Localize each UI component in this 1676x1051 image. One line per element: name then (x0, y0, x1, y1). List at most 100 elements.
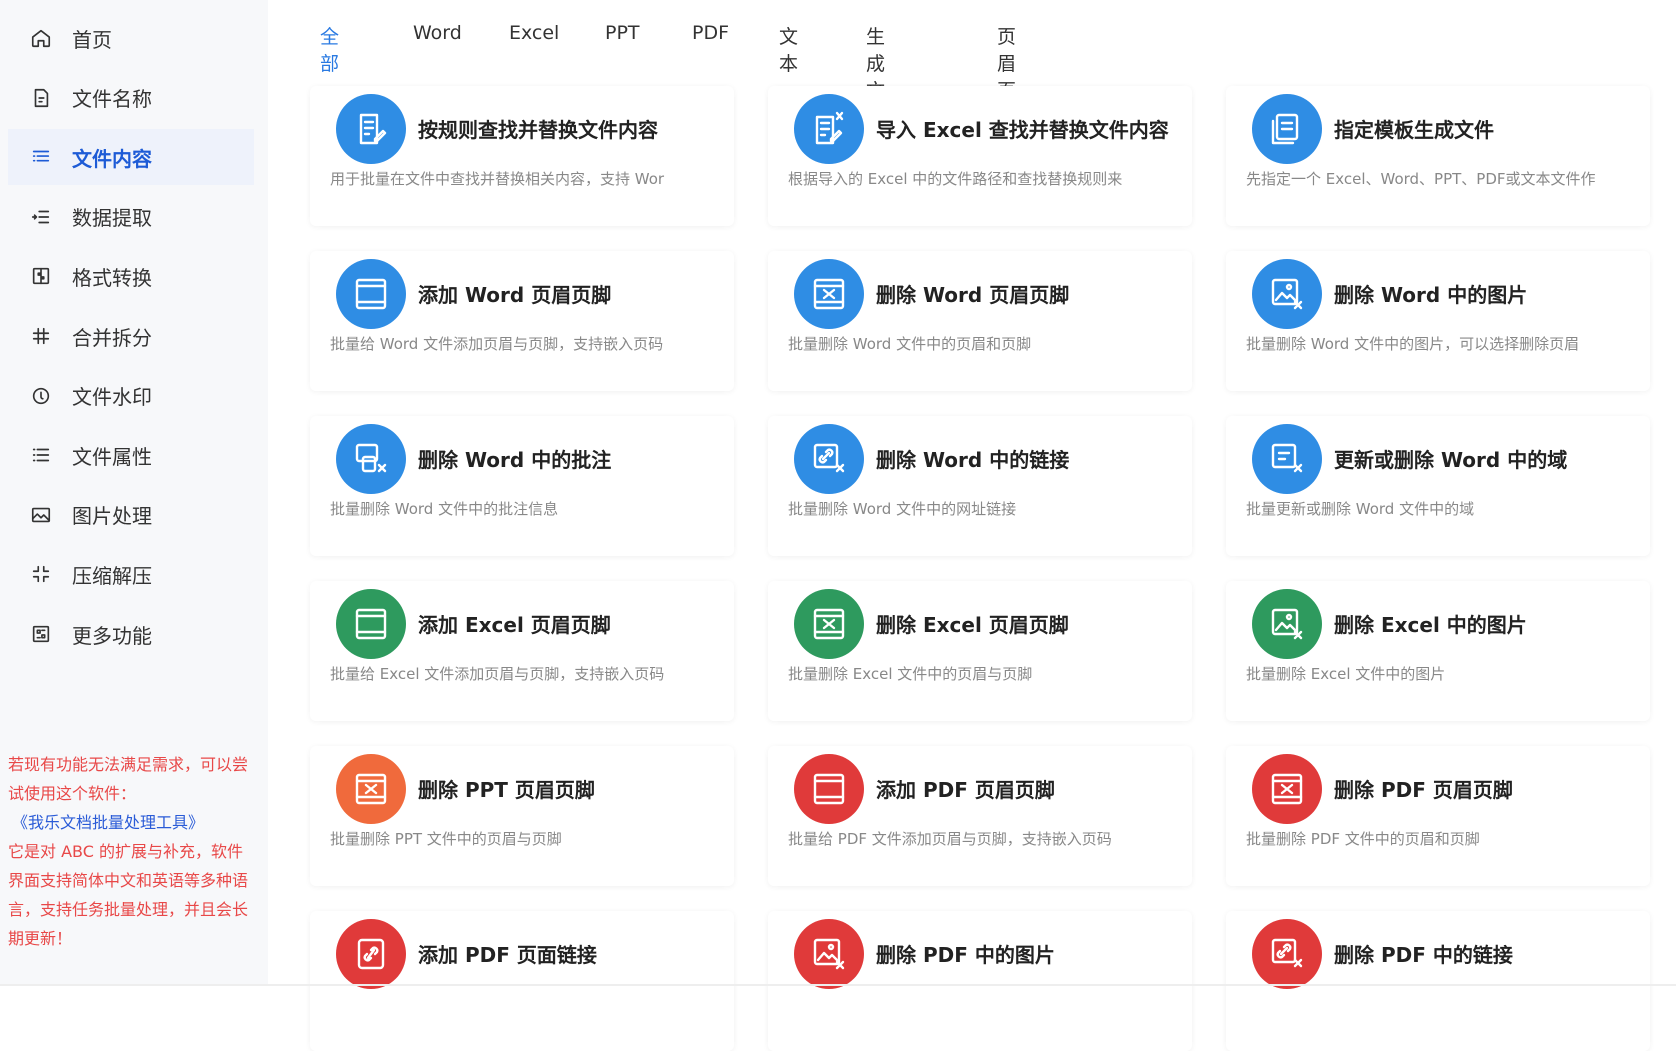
tool-card[interactable]: 删除 Word 中的图片批量删除 Word 文件中的图片，可以选择删除页眉 (1226, 251, 1650, 391)
tab-5[interactable]: 文本 (779, 22, 798, 76)
sidebar-item-image-process[interactable]: 图片处理 (8, 487, 254, 543)
promo-panel: 若现有功能无法满足需求，可以尝试使用这个软件： 《我乐文档批量处理工具》 它是对… (8, 750, 258, 953)
sidebar-item-home[interactable]: 首页 (8, 10, 254, 66)
tool-card-description: 批量删除 Word 文件中的图片，可以选择删除页眉 (1246, 335, 1580, 353)
delete-comment-icon (336, 424, 406, 494)
tool-card-title: 更新或删除 Word 中的域 (1334, 448, 1568, 472)
image-process-icon (30, 504, 52, 526)
tool-card[interactable]: 删除 Excel 中的图片 批量删除 Excel 文件中的图片 (1226, 581, 1650, 721)
sidebar-item-label: 文件内容 (72, 146, 152, 171)
sidebar-item-file-name[interactable]: 文件名称 (8, 70, 254, 126)
tool-card-title: 按规则查找并替换文件内容 (418, 118, 658, 142)
tool-card-title: 添加 PDF 页面链接 (418, 943, 597, 967)
sidebar-item-more[interactable]: 更多功能 (8, 606, 254, 662)
tool-card[interactable]: 删除 Excel 页眉页脚批量删除 Excel 文件中的页眉与页脚 (768, 581, 1192, 721)
tool-card-description: 批量删除 PDF 文件中的页眉和页脚 (1246, 830, 1480, 848)
promo-text-1: 若现有功能无法满足需求，可以尝试使用这个软件： (8, 755, 249, 803)
sidebar-item-format-convert[interactable]: 格式转换 (8, 248, 254, 304)
delete-image-icon (1252, 259, 1322, 329)
tab-2[interactable]: Excel (509, 22, 559, 44)
tool-card[interactable]: 删除 Word 页眉页脚批量删除 Word 文件中的页眉和页脚 (768, 251, 1192, 391)
tool-card-description: 用于批量在文件中查找并替换相关内容，支持 Wor (330, 170, 665, 188)
promo-software-link[interactable]: 《我乐文档批量处理工具》 (8, 808, 258, 837)
file-content-icon (30, 146, 52, 168)
sidebar-item-label: 更多功能 (72, 623, 152, 648)
tool-card[interactable]: 删除 PDF 页眉页脚批量删除 PDF 文件中的页眉和页脚 (1226, 746, 1650, 886)
delete-header-icon (1252, 754, 1322, 824)
add-header-icon (336, 259, 406, 329)
tool-card[interactable]: 删除 Word 中的链接 批量删除 Word 文件中的网址链接 (768, 416, 1192, 556)
tool-card[interactable]: 更新或删除 Word 中的域批量更新或删除 Word 文件中的域 (1226, 416, 1650, 556)
tool-card-description: 批量给 Excel 文件添加页眉与页脚，支持嵌入页码 (330, 665, 665, 683)
sidebar-item-file-content[interactable]: 文件内容 (8, 129, 254, 186)
tab-1[interactable]: Word (413, 22, 462, 44)
delete-header-icon (336, 754, 406, 824)
watermark-icon (30, 385, 52, 407)
tool-card[interactable]: 导入 Excel 查找并替换文件内容 根据导入的 Excel 中的文件路径和查找替… (768, 86, 1192, 226)
data-extract-icon (30, 206, 52, 228)
delete-image-icon (794, 919, 864, 989)
tool-card-title: 删除 Word 页眉页脚 (876, 283, 1070, 307)
tool-card-title: 导入 Excel 查找并替换文件内容 (876, 118, 1169, 142)
sidebar-item-label: 文件名称 (72, 87, 152, 112)
format-convert-icon (30, 265, 52, 287)
tool-card-title: 删除 Excel 页眉页脚 (876, 613, 1069, 637)
tool-card-description: 批量给 PDF 文件添加页眉与页脚，支持嵌入页码 (788, 830, 1112, 848)
home-icon (30, 27, 52, 49)
sidebar-item-watermark[interactable]: 文件水印 (8, 368, 254, 424)
more-icon (30, 623, 52, 645)
tool-card[interactable]: 删除 PPT 页眉页脚 批量删除 PPT 文件中的页眉与页脚 (310, 746, 734, 886)
tool-card-description: 批量给 Word 文件添加页眉与页脚，支持嵌入页码 (330, 335, 664, 353)
tab-0[interactable]: 全部 (320, 22, 339, 76)
tool-card[interactable]: 按规则查找并替换文件内容用于批量在文件中查找并替换相关内容，支持 Wor (310, 86, 734, 226)
edit-doc-icon (336, 94, 406, 164)
tool-card[interactable]: 添加 Excel 页眉页脚批量给 Excel 文件添加页眉与页脚，支持嵌入页码 (310, 581, 734, 721)
delete-header-icon (794, 589, 864, 659)
tool-card-description: 批量更新或删除 Word 文件中的域 (1246, 500, 1475, 518)
field-icon (1252, 424, 1322, 494)
sidebar-item-label: 合并拆分 (72, 325, 152, 350)
tool-card-title: 删除 PDF 中的链接 (1334, 943, 1513, 967)
sidebar-item-file-attribute[interactable]: 文件属性 (8, 427, 254, 483)
tool-card-title: 删除 Word 中的图片 (1334, 283, 1528, 307)
add-header-icon (794, 754, 864, 824)
sidebar-item-label: 图片处理 (72, 504, 152, 529)
sidebar-item-data-extract[interactable]: 数据提取 (8, 189, 254, 245)
tool-card-description: 批量删除 PPT 文件中的页眉与页脚 (330, 830, 562, 848)
tool-card[interactable]: 指定模板生成文件 先指定一个 Excel、Word、PPT、PDF或文本文件作 (1226, 86, 1650, 226)
tool-card[interactable]: 添加 PDF 页眉页脚批量给 PDF 文件添加页眉与页脚，支持嵌入页码 (768, 746, 1192, 886)
tool-card-title: 删除 PDF 中的图片 (876, 943, 1055, 967)
tool-card-description: 批量删除 Word 文件中的网址链接 (788, 500, 1017, 518)
tool-card-description: 批量删除 Word 文件中的批注信息 (330, 500, 559, 518)
sidebar-item-label: 数据提取 (72, 206, 152, 231)
sidebar-item-label: 首页 (72, 27, 112, 52)
tab-3[interactable]: PPT (605, 22, 640, 44)
sidebar-item-label: 文件水印 (72, 385, 152, 410)
tool-card[interactable]: 删除 PDF 中的链接 (1226, 911, 1650, 1051)
delete-header-icon (794, 259, 864, 329)
sidebar: 首页文件名称文件内容数据提取格式转换合并拆分文件水印文件属性图片处理压缩解压更多… (0, 0, 268, 984)
tool-card-title: 删除 Excel 中的图片 (1334, 613, 1527, 637)
main-content: 全部WordExcelPPTPDF文本生成文件页眉页脚 按规则查找并替换文件内容… (268, 0, 1676, 1051)
excel-edit-icon (794, 94, 864, 164)
tool-card-description: 批量删除 Excel 文件中的页眉与页脚 (788, 665, 1033, 683)
tool-card[interactable]: 删除 Word 中的批注 批量删除 Word 文件中的批注信息 (310, 416, 734, 556)
tool-card[interactable]: 添加 PDF 页面链接 (310, 911, 734, 1051)
tool-card-title: 添加 Excel 页眉页脚 (418, 613, 611, 637)
tool-card[interactable]: 删除 PDF 中的图片 (768, 911, 1192, 1051)
sidebar-item-compress[interactable]: 压缩解压 (8, 546, 254, 602)
promo-text-2: 它是对 ABC 的扩展与补充，软件界面支持简体中文和英语等多种语言，支持任务批量… (8, 842, 249, 948)
sidebar-item-label: 文件属性 (72, 444, 152, 469)
tool-card-title: 删除 PDF 页眉页脚 (1334, 778, 1513, 802)
add-header-icon (336, 589, 406, 659)
sidebar-item-label: 格式转换 (72, 265, 152, 290)
delete-image-icon (1252, 589, 1322, 659)
template-icon (1252, 94, 1322, 164)
tool-card[interactable]: 添加 Word 页眉页脚 批量给 Word 文件添加页眉与页脚，支持嵌入页码 (310, 251, 734, 391)
tab-4[interactable]: PDF (692, 22, 729, 44)
tool-card-description: 批量删除 Word 文件中的页眉和页脚 (788, 335, 1032, 353)
delete-link-icon (1252, 919, 1322, 989)
sidebar-item-merge-split[interactable]: 合并拆分 (8, 308, 254, 364)
tool-card-title: 添加 PDF 页眉页脚 (876, 778, 1055, 802)
delete-link-icon (794, 424, 864, 494)
